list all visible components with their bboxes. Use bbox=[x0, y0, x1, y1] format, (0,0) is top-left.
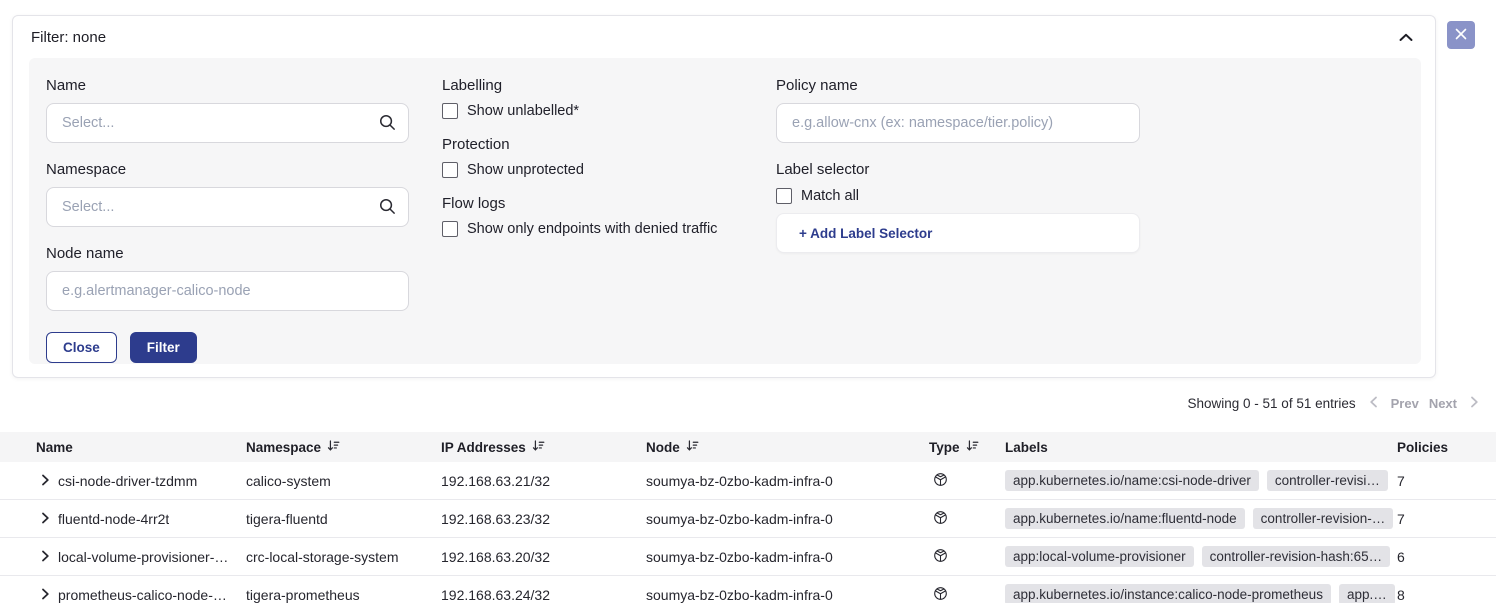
endpoint-namespace: crc-local-storage-system bbox=[246, 549, 441, 565]
flow-logs-group-label: Flow logs bbox=[442, 195, 782, 212]
sort-icon bbox=[686, 439, 699, 455]
endpoint-namespace: calico-system bbox=[246, 473, 441, 489]
node-name-field-label: Node name bbox=[46, 245, 409, 262]
add-label-selector-button[interactable]: + Add Label Selector bbox=[776, 213, 1140, 253]
pod-icon bbox=[933, 548, 948, 566]
table-row: fluentd-node-4rr2t tigera-fluentd 192.16… bbox=[0, 500, 1496, 538]
filter-column-middle: Labelling Show unlabelled* Protection Sh… bbox=[442, 75, 782, 254]
column-header-namespace[interactable]: Namespace bbox=[246, 439, 441, 455]
column-header-labels: Labels bbox=[1005, 440, 1397, 455]
table-header-row: Name Namespace IP Addresses Node Type La… bbox=[0, 432, 1496, 462]
dismiss-panel-button[interactable] bbox=[1447, 21, 1475, 49]
policy-name-input[interactable] bbox=[776, 103, 1140, 143]
label-badge: app.… bbox=[1339, 584, 1395, 603]
match-all-checkbox[interactable] bbox=[776, 188, 792, 204]
endpoint-name: csi-node-driver-tzdmm bbox=[58, 473, 197, 489]
expand-row-button[interactable] bbox=[41, 512, 50, 527]
column-header-name: Name bbox=[36, 440, 246, 455]
protection-group-label: Protection bbox=[442, 136, 782, 153]
pagination: Showing 0 - 51 of 51 entries Prev Next bbox=[1188, 396, 1481, 411]
endpoint-node: soumya-bz-0zbo-kadm-infra-0 bbox=[646, 549, 929, 565]
endpoint-node: soumya-bz-0zbo-kadm-infra-0 bbox=[646, 473, 929, 489]
pod-icon bbox=[933, 586, 948, 603]
chevron-right-icon bbox=[41, 474, 50, 489]
column-header-ip-addresses[interactable]: IP Addresses bbox=[441, 439, 646, 455]
close-button[interactable]: Close bbox=[46, 332, 117, 363]
labelling-group-label: Labelling bbox=[442, 77, 782, 94]
label-badge: controller-revision-hash:65… bbox=[1202, 546, 1391, 567]
label-badge: controller-revision-… bbox=[1253, 508, 1394, 529]
filter-column-right: Policy name Label selector Match all + A… bbox=[776, 75, 1140, 253]
show-unprotected-checkbox[interactable] bbox=[442, 162, 458, 178]
show-unlabelled-checkbox[interactable] bbox=[442, 103, 458, 119]
endpoint-policies-count: 7 bbox=[1397, 511, 1496, 527]
endpoint-ip: 192.168.63.24/32 bbox=[441, 587, 646, 603]
expand-row-button[interactable] bbox=[41, 550, 50, 565]
namespace-field-label: Namespace bbox=[46, 161, 409, 178]
filter-panel: Filter: none Name Namespace bbox=[12, 15, 1436, 378]
column-header-policies: Policies bbox=[1397, 440, 1496, 455]
chevron-up-icon bbox=[1399, 30, 1413, 45]
filter-panel-body: Name Namespace Node name Close Filt bbox=[29, 58, 1421, 364]
label-badge: controller-revisi… bbox=[1267, 470, 1388, 491]
collapse-panel-button[interactable] bbox=[1397, 28, 1415, 47]
next-page-button[interactable]: Next bbox=[1429, 396, 1457, 411]
expand-row-button[interactable] bbox=[41, 588, 50, 603]
column-header-node[interactable]: Node bbox=[646, 439, 929, 455]
label-badge: app.kubernetes.io/instance:calico-node-p… bbox=[1005, 584, 1331, 603]
name-field-label: Name bbox=[46, 77, 409, 94]
table-row: local-volume-provisioner-… crc-local-sto… bbox=[0, 538, 1496, 576]
filter-title: Filter: none bbox=[31, 29, 106, 46]
prev-page-button[interactable]: Prev bbox=[1391, 396, 1419, 411]
filter-panel-header: Filter: none bbox=[13, 16, 1435, 58]
endpoint-node: soumya-bz-0zbo-kadm-infra-0 bbox=[646, 587, 929, 603]
endpoint-name: fluentd-node-4rr2t bbox=[58, 511, 169, 527]
endpoint-ip: 192.168.63.23/32 bbox=[441, 511, 646, 527]
sort-icon bbox=[966, 439, 979, 455]
denied-traffic-label: Show only endpoints with denied traffic bbox=[467, 221, 717, 237]
expand-row-button[interactable] bbox=[41, 474, 50, 489]
label-selector-group-label: Label selector bbox=[776, 161, 1140, 178]
show-unprotected-label: Show unprotected bbox=[467, 162, 584, 178]
node-name-input[interactable] bbox=[46, 271, 409, 311]
close-icon bbox=[1455, 28, 1467, 43]
label-badge: app.kubernetes.io/name:csi-node-driver bbox=[1005, 470, 1259, 491]
name-select-input[interactable] bbox=[46, 103, 409, 143]
label-badge: app.kubernetes.io/name:fluentd-node bbox=[1005, 508, 1245, 529]
chevron-right-icon[interactable] bbox=[1469, 396, 1480, 411]
chevron-right-icon bbox=[41, 512, 50, 527]
match-all-label: Match all bbox=[801, 188, 859, 204]
endpoint-name: local-volume-provisioner-… bbox=[58, 549, 228, 565]
policy-name-field-label: Policy name bbox=[776, 77, 1140, 94]
chevron-right-icon bbox=[41, 550, 50, 565]
endpoint-name: prometheus-calico-node-… bbox=[58, 587, 227, 603]
denied-traffic-checkbox[interactable] bbox=[442, 221, 458, 237]
table-row: prometheus-calico-node-… tigera-promethe… bbox=[0, 576, 1496, 603]
label-badge: app:local-volume-provisioner bbox=[1005, 546, 1194, 567]
sort-icon bbox=[327, 439, 340, 455]
endpoints-table: Name Namespace IP Addresses Node Type La… bbox=[0, 432, 1496, 603]
endpoint-node: soumya-bz-0zbo-kadm-infra-0 bbox=[646, 511, 929, 527]
endpoint-policies-count: 8 bbox=[1397, 587, 1496, 603]
pod-icon bbox=[933, 472, 948, 490]
namespace-select-input[interactable] bbox=[46, 187, 409, 227]
filter-column-left: Name Namespace Node name Close Filt bbox=[46, 75, 409, 363]
pod-icon bbox=[933, 510, 948, 528]
chevron-right-icon bbox=[41, 588, 50, 603]
endpoint-policies-count: 7 bbox=[1397, 473, 1496, 489]
column-header-type[interactable]: Type bbox=[929, 439, 1005, 455]
sort-icon bbox=[532, 439, 545, 455]
endpoint-policies-count: 6 bbox=[1397, 549, 1496, 565]
chevron-left-icon[interactable] bbox=[1368, 396, 1379, 411]
endpoint-namespace: tigera-prometheus bbox=[246, 587, 441, 603]
show-unlabelled-label: Show unlabelled* bbox=[467, 103, 579, 119]
pagination-summary: Showing 0 - 51 of 51 entries bbox=[1188, 396, 1356, 411]
filter-button[interactable]: Filter bbox=[130, 332, 197, 363]
endpoint-namespace: tigera-fluentd bbox=[246, 511, 441, 527]
endpoint-ip: 192.168.63.20/32 bbox=[441, 549, 646, 565]
endpoint-ip: 192.168.63.21/32 bbox=[441, 473, 646, 489]
table-row: csi-node-driver-tzdmm calico-system 192.… bbox=[0, 462, 1496, 500]
